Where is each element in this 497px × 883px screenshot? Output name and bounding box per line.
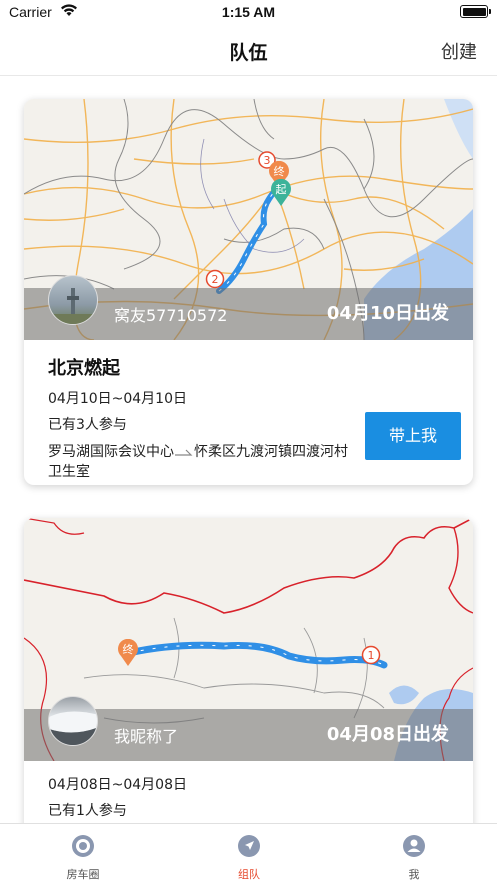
team-list[interactable]: 3 终 起 2 窝友57710572 04月10日出发 北京燃起 04月10日~… (0, 77, 497, 823)
departure-date: 04月08日出发 (326, 724, 449, 745)
end-marker[interactable]: 终 (116, 639, 140, 667)
tab-label: 组队 (238, 868, 260, 881)
tab-rv-circle[interactable]: 房车圈 (0, 824, 166, 883)
team-info: 04月08日~04月08日 已有1人参与 (48, 776, 449, 823)
navigation-bar: 队伍 创建 (0, 26, 497, 76)
svg-text:起: 起 (276, 183, 287, 196)
svg-text:终: 终 (274, 164, 285, 178)
status-bar: Carrier 1:15 AM (0, 0, 497, 26)
owner-name: 我昵称了 (114, 727, 179, 746)
participant-count: 已有1人参与 (48, 803, 127, 819)
svg-text:1: 1 (368, 649, 375, 662)
tab-bar: 房车圈 组队 我 (0, 823, 497, 883)
clock: 1:15 AM (221, 4, 276, 20)
team-card[interactable]: 终 1 我昵称了 04月08日出发 04月08日~04月08日 已有1人参与 (24, 518, 473, 823)
page-title: 队伍 (229, 42, 268, 64)
owner-name: 窝友57710572 (114, 306, 228, 325)
battery-icon (460, 5, 491, 18)
tab-me[interactable]: 我 (331, 824, 497, 883)
route-description: 罗马湖国际会议中心 怀柔区九渡河镇四渡河村卫生室 (48, 442, 348, 482)
svg-text:2: 2 (212, 273, 219, 286)
avatar[interactable] (48, 696, 98, 746)
circle-target-icon (72, 835, 94, 857)
avatar[interactable] (48, 275, 98, 325)
svg-text:终: 终 (123, 642, 134, 656)
route-arrow-icon (175, 449, 193, 456)
departure-date: 04月10日出发 (326, 303, 449, 324)
avatar-photo (49, 288, 97, 324)
join-button[interactable]: 带上我 (365, 412, 461, 460)
user-icon (403, 835, 425, 857)
waypoint-marker-1[interactable]: 1 (361, 645, 381, 667)
avatar-photo (49, 711, 97, 745)
team-title: 北京燃起 (48, 358, 120, 379)
start-marker[interactable]: 起 (269, 179, 293, 207)
create-button[interactable]: 创建 (441, 38, 477, 64)
tab-label: 我 (408, 868, 420, 881)
date-range: 04月10日~04月10日 (48, 391, 187, 407)
tab-team[interactable]: 组队 (166, 824, 332, 883)
route-start: 罗马湖国际会议中心 (48, 444, 174, 460)
navigation-arrow-icon (238, 835, 260, 857)
date-range: 04月08日~04月08日 (48, 777, 187, 793)
team-card[interactable]: 3 终 起 2 窝友57710572 04月10日出发 北京燃起 04月10日~… (24, 99, 473, 485)
tab-label: 房车圈 (66, 868, 100, 881)
